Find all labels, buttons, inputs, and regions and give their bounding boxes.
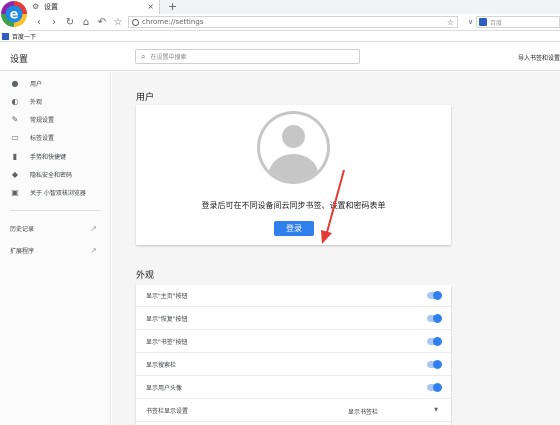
- restore-button-toggle[interactable]: [427, 314, 442, 323]
- toggle-row-restore: 显示"恢复"按钮: [136, 308, 451, 330]
- sidebar-item-label: 手势和快捷键: [30, 153, 67, 161]
- mouse-icon: ▮: [12, 151, 18, 161]
- page-title: 设置: [10, 55, 29, 65]
- settings-sidebar: ● 用户 ◐ 外观 ✎ 常规设置 ▭ 标签设置 ▮ 手势和快捷键 ◆ 隐私安全和…: [0, 72, 111, 425]
- info-icon: ▣: [11, 187, 19, 197]
- bookmark-bar-select[interactable]: 显示书签栏 ▼: [346, 405, 441, 417]
- tab-strip: ⚙ 设置 × +: [28, 0, 560, 14]
- user-avatar-toggle[interactable]: [427, 383, 442, 392]
- bookmark-bar: 百度一下: [0, 31, 560, 42]
- home-icon[interactable]: ⌂: [80, 16, 92, 28]
- toggle-label: 显示用户头像: [146, 385, 183, 392]
- toggle-label: 显示"恢复"按钮: [146, 316, 188, 323]
- toggle-row-searchbar: 显示搜索栏: [136, 354, 451, 376]
- toggle-row-bookmarks: 显示"书签"按钮: [136, 331, 451, 353]
- sidebar-item-label: 关于 小智双核浏览器: [30, 189, 86, 197]
- sidebar-item-extensions[interactable]: 扩展程序 ↗: [0, 242, 111, 258]
- setting-label: 书签栏显示设置: [146, 408, 189, 415]
- sidebar-divider: [10, 210, 100, 211]
- bookmark-star-icon[interactable]: ☆: [447, 18, 454, 27]
- bookmarks-button-toggle[interactable]: [427, 337, 442, 346]
- tab-title: 设置: [44, 3, 58, 11]
- toggle-label: 显示"书签"按钮: [146, 339, 188, 346]
- sidebar-item-history[interactable]: 历史记录 ↗: [0, 220, 111, 236]
- signin-description: 登录后可在不同设备间云同步书签、设置和密码表单: [201, 201, 386, 210]
- external-link-icon: ↗: [90, 245, 97, 255]
- tab-icon: ▭: [11, 132, 19, 142]
- avatar: [257, 111, 330, 184]
- toggle-row-avatar: 显示用户头像: [136, 377, 451, 399]
- baidu-bookmark-icon: [2, 32, 9, 40]
- sidebar-item-tabs[interactable]: ▭ 标签设置: [0, 129, 111, 145]
- sidebar-item-privacy[interactable]: ◆ 隐私安全和密码: [0, 166, 111, 182]
- appearance-section-title: 外观: [136, 271, 155, 281]
- external-link-icon: ↗: [90, 223, 97, 233]
- sidebar-item-label: 标签设置: [30, 134, 55, 142]
- toggle-label: 显示"主页"按钮: [146, 293, 188, 300]
- select-value: 显示书签栏: [348, 408, 379, 416]
- toggle-label: 显示搜索栏: [146, 362, 177, 369]
- settings-content: 用户 登录后可在不同设备间云同步书签、设置和密码表单 登录 外观 显示"主页"按…: [112, 72, 560, 425]
- gear-icon: ⚙: [32, 2, 40, 11]
- bookmark-bar-setting-row: 书签栏显示设置 显示书签栏 ▼: [136, 400, 451, 422]
- person-icon: ●: [11, 78, 19, 88]
- reload-icon[interactable]: ↻: [64, 16, 76, 28]
- toggle-row-home: 显示"主页"按钮: [136, 285, 451, 307]
- appearance-card: 显示"主页"按钮 显示"恢复"按钮 显示"书签"按钮 显示搜索栏 显示用户头像 …: [136, 285, 451, 425]
- settings-search-input[interactable]: ⌕ 在设置中搜索: [135, 49, 360, 64]
- import-bookmarks-link[interactable]: 导入书签和设置: [518, 53, 560, 62]
- search-icon: ⌕: [141, 51, 146, 61]
- favorite-icon[interactable]: ☆: [112, 16, 124, 28]
- close-tab-icon[interactable]: ×: [147, 2, 154, 11]
- chevron-down-icon[interactable]: ∨: [468, 18, 473, 26]
- browser-toolbar: ‹ › ↻ ⌂ ↶ ☆ chrome://settings ☆ ∨ 百度: [28, 14, 560, 31]
- sidebar-item-label: 用户: [30, 80, 43, 88]
- browser-logo-icon: e: [1, 1, 27, 27]
- sidebar-item-general[interactable]: ✎ 常规设置: [0, 111, 111, 127]
- sidebar-item-appearance[interactable]: ◐ 外观: [0, 93, 111, 109]
- page-icon: [132, 18, 139, 26]
- tab-settings[interactable]: ⚙ 设置 ×: [28, 0, 160, 14]
- sidebar-item-label: 常规设置: [30, 116, 55, 124]
- new-tab-button[interactable]: +: [168, 0, 177, 14]
- wrench-icon: ✎: [11, 114, 19, 124]
- sidebar-item-users[interactable]: ● 用户: [0, 75, 111, 91]
- settings-header: 设置 ⌕ 在设置中搜索 导入书签和设置: [0, 43, 560, 71]
- sidebar-item-label: 外观: [30, 98, 43, 106]
- bookmark-item[interactable]: 百度一下: [12, 32, 36, 41]
- sidebar-item-label: 隐私安全和密码: [30, 171, 73, 179]
- home-button-toggle[interactable]: [427, 291, 442, 300]
- shield-icon: ◆: [11, 169, 19, 179]
- settings-search-placeholder: 在设置中搜索: [150, 54, 187, 61]
- sidebar-item-label: 扩展程序: [10, 247, 35, 255]
- undo-icon[interactable]: ↶: [96, 16, 108, 28]
- back-icon[interactable]: ‹: [33, 16, 45, 28]
- user-card: 登录后可在不同设备间云同步书签、设置和密码表单 登录: [136, 105, 451, 245]
- signin-button[interactable]: 登录: [274, 221, 314, 236]
- palette-icon: ◐: [11, 96, 19, 106]
- dropdown-caret-icon: ▼: [434, 407, 438, 413]
- sidebar-item-about[interactable]: ▣ 关于 小智双核浏览器: [0, 184, 111, 200]
- sidebar-item-gestures[interactable]: ▮ 手势和快捷键: [0, 148, 111, 164]
- address-text: chrome://settings: [142, 18, 204, 26]
- search-engine-placeholder: 百度: [490, 19, 503, 27]
- address-bar[interactable]: chrome://settings ☆: [128, 16, 458, 28]
- sidebar-item-label: 历史记录: [10, 225, 35, 233]
- search-bar-toggle[interactable]: [427, 360, 442, 369]
- forward-icon[interactable]: ›: [48, 16, 60, 28]
- browser-search-box[interactable]: 百度: [476, 16, 560, 28]
- baidu-icon: [479, 18, 487, 26]
- user-section-title: 用户: [136, 93, 155, 103]
- svg-text:e: e: [10, 8, 19, 23]
